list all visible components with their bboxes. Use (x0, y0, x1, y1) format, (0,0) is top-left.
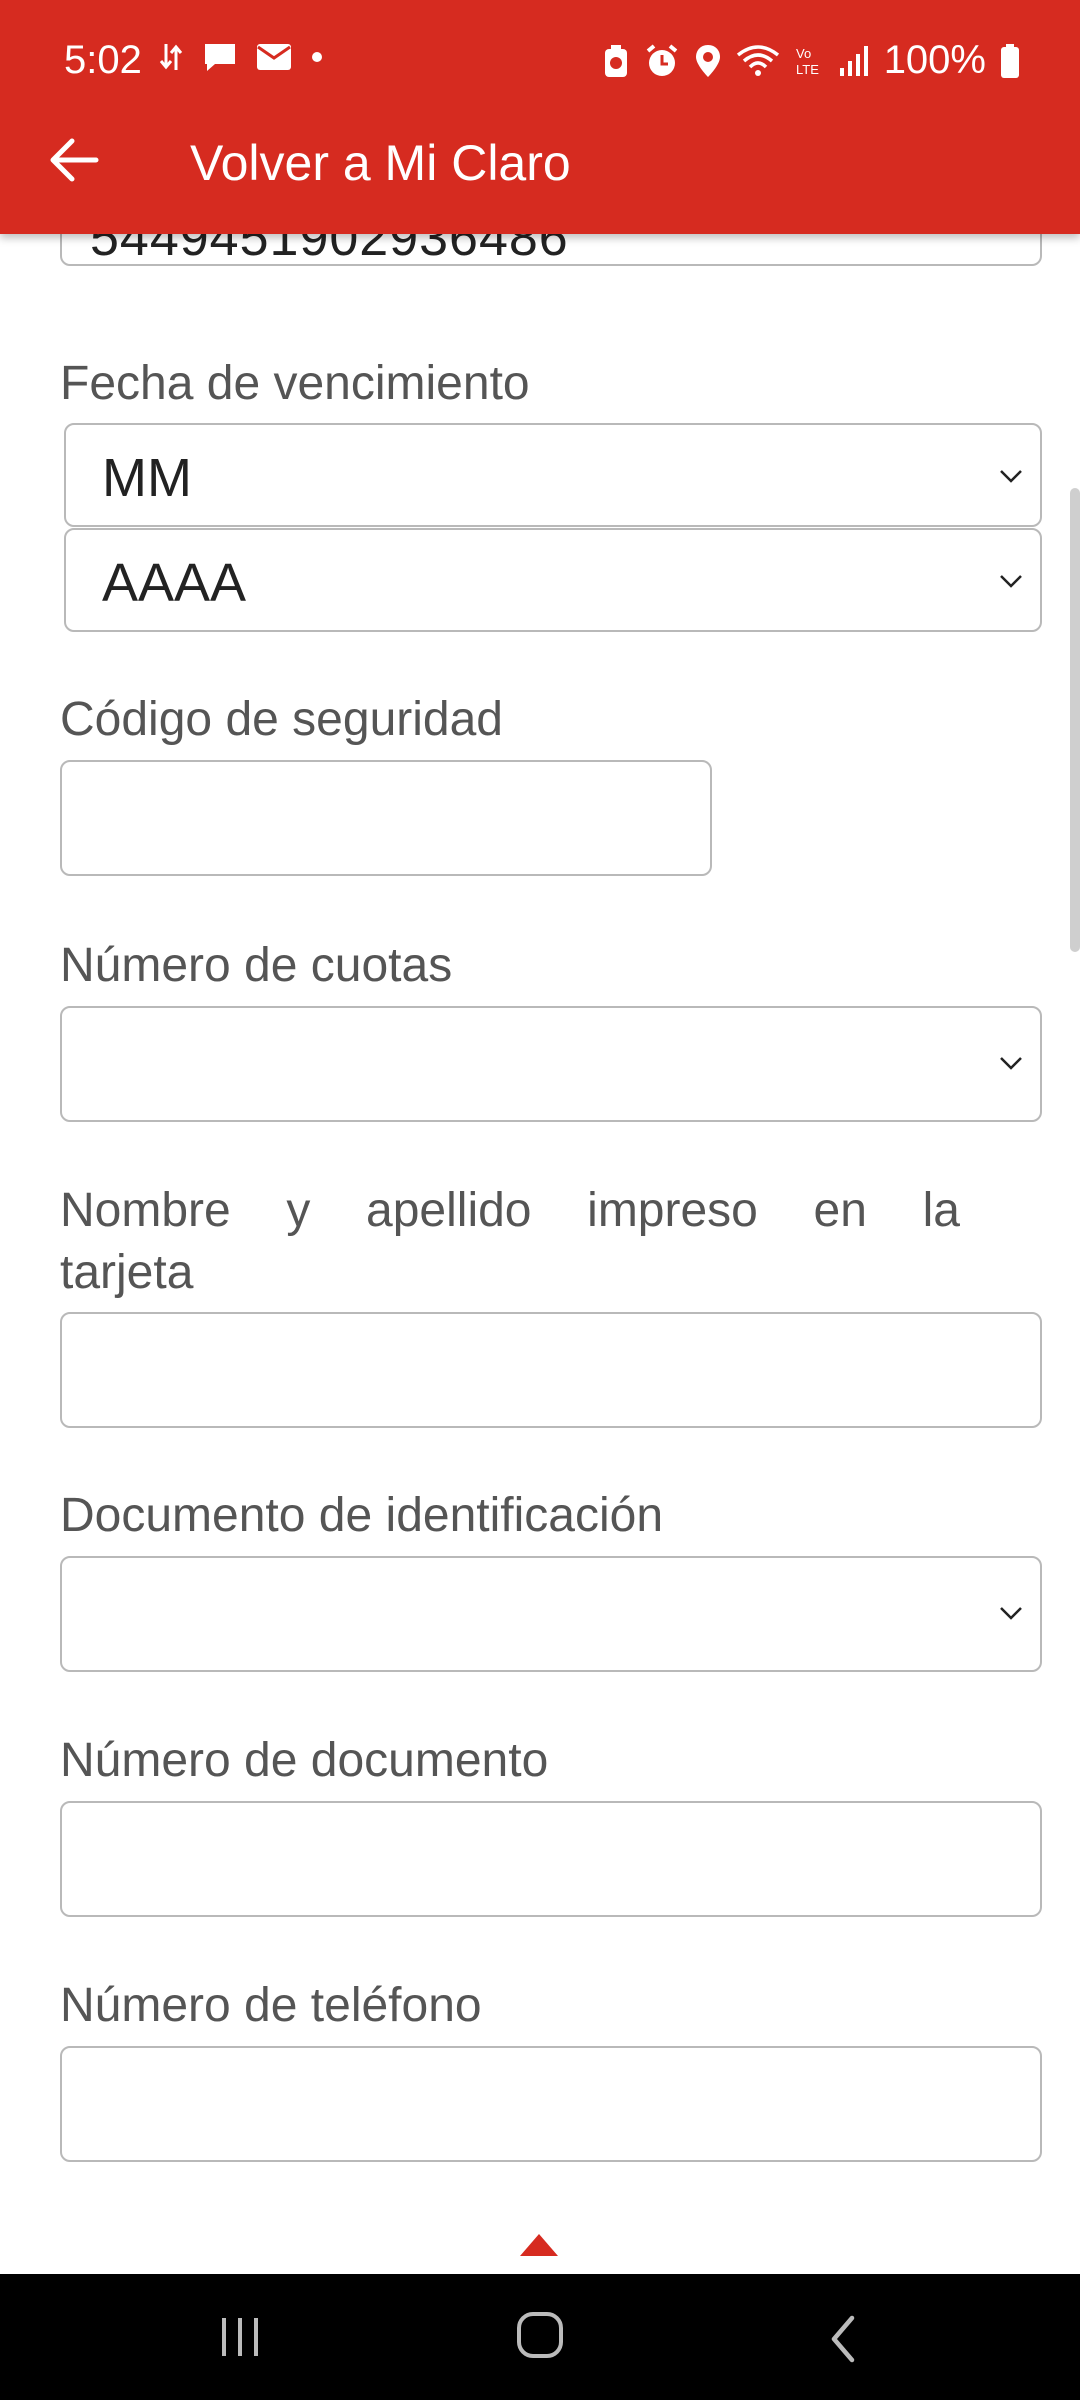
mail-icon (256, 43, 292, 71)
app-header: 5:02 Vo LTE 100% Volver a Mi Claro (0, 0, 1080, 234)
status-right-icons: Vo LTE 100% (602, 38, 1020, 83)
cardholder-name-label-line1: Nombre y apellido impreso en la (60, 1180, 960, 1242)
screen: 5:02 Vo LTE 100% Volver a Mi Claro 54494… (0, 0, 1080, 2400)
wifi-icon (736, 43, 780, 79)
battery-percentage: 100% (883, 38, 986, 82)
expiry-year-select[interactable]: AAAA (64, 528, 1042, 632)
cardholder-name-label-line2: tarjeta (60, 1246, 194, 1299)
status-time: 5:02 (64, 38, 142, 82)
label-word: impreso (587, 1184, 758, 1237)
signal-icon (838, 44, 870, 78)
status-left-icons (158, 40, 324, 74)
message-icon (202, 41, 238, 73)
svg-text:LTE: LTE (796, 62, 819, 77)
security-code-input[interactable] (60, 760, 712, 876)
label-word: y (286, 1184, 311, 1237)
home-icon[interactable] (516, 2310, 564, 2360)
svg-text:Vo: Vo (796, 46, 811, 61)
security-code-label: Código de seguridad (60, 693, 503, 746)
expiry-month-value: MM (102, 448, 192, 508)
arrow-left-icon[interactable] (48, 130, 100, 190)
location-icon (694, 43, 722, 79)
payment-form: 5449451902936486 Fecha de vencimiento MM… (0, 234, 1080, 2274)
phone-number-label: Número de teléfono (60, 1979, 482, 2032)
id-document-select[interactable] (60, 1556, 1042, 1672)
expiry-month-select[interactable]: MM (64, 423, 1042, 527)
system-nav-bar (0, 2274, 1080, 2400)
chevron-down-icon (998, 1054, 1024, 1072)
dot-icon (310, 50, 324, 64)
document-number-input[interactable] (60, 1801, 1042, 1917)
scroll-up-icon[interactable] (518, 2232, 560, 2258)
chevron-down-icon (998, 1604, 1024, 1622)
data-transfer-icon (158, 40, 184, 74)
chevron-down-icon (998, 572, 1024, 590)
label-word: la (922, 1184, 960, 1237)
label-word: en (813, 1184, 867, 1237)
battery-saver-icon (602, 43, 630, 79)
installments-select[interactable] (60, 1006, 1042, 1122)
label-word: Nombre (60, 1184, 231, 1237)
recents-icon[interactable] (216, 2314, 264, 2360)
cardholder-name-input[interactable] (60, 1312, 1042, 1428)
card-number-value: 5449451902936486 (90, 234, 569, 267)
label-word: apellido (366, 1184, 532, 1237)
id-document-label: Documento de identificación (60, 1489, 664, 1542)
phone-number-input[interactable] (60, 2046, 1042, 2162)
installments-label: Número de cuotas (60, 939, 453, 992)
battery-icon (1000, 43, 1020, 79)
expiry-label: Fecha de vencimiento (60, 357, 530, 410)
page-title[interactable]: Volver a Mi Claro (190, 134, 571, 192)
card-number-input[interactable]: 5449451902936486 (60, 234, 1042, 266)
alarm-icon (644, 43, 680, 79)
scrollbar-thumb[interactable] (1070, 488, 1080, 952)
document-number-label: Número de documento (60, 1734, 549, 1787)
cardholder-name-label: Nombre y apellido impreso en la tarjeta (60, 1180, 960, 1304)
volte-icon: Vo LTE (794, 44, 824, 78)
expiry-year-value: AAAA (102, 553, 247, 613)
chevron-down-icon (998, 467, 1024, 485)
back-icon[interactable] (826, 2314, 860, 2364)
